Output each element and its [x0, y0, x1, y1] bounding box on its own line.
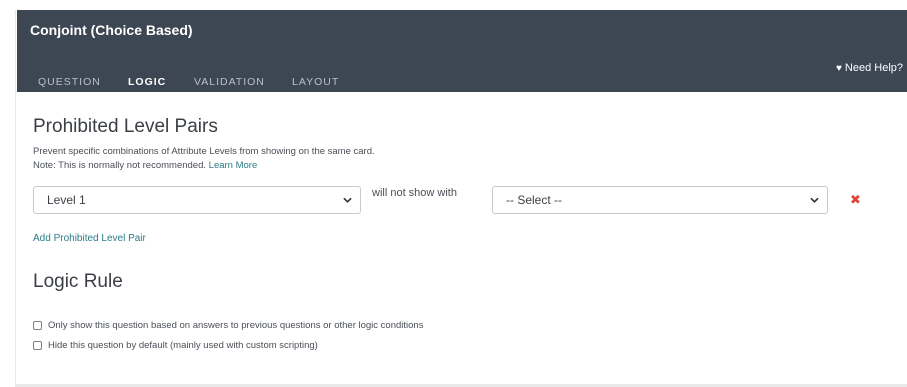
learn-more-link[interactable]: Learn More — [209, 160, 258, 171]
note-text: Note: This is normally not recommended. — [33, 160, 207, 171]
logic-option-label: Hide this question by default (mainly us… — [48, 339, 318, 351]
prohibited-pairs-description: Prevent specific combinations of Attribu… — [33, 146, 375, 157]
tab-layout[interactable]: LAYOUT — [292, 75, 339, 105]
checkbox[interactable] — [33, 340, 42, 350]
prohibited-pairs-note: Note: This is normally not recommended. … — [33, 160, 257, 172]
tab-question[interactable]: QUESTION — [38, 75, 101, 105]
top-margin — [0, 0, 907, 10]
logic-option-hide-default[interactable]: Hide this question by default (mainly us… — [33, 339, 318, 351]
chevron-down-icon — [343, 197, 352, 203]
question-type-title: Conjoint (Choice Based) — [30, 22, 193, 38]
level-select-value: Level 1 — [47, 193, 86, 207]
level-select[interactable]: Level 1 — [33, 186, 361, 214]
paired-level-select[interactable]: -- Select -- — [492, 186, 828, 214]
page: Conjoint (Choice Based) QUESTION LOGIC V… — [0, 0, 907, 387]
logic-rule-title: Logic Rule — [33, 271, 123, 292]
prohibited-pairs-title: Prohibited Level Pairs — [33, 116, 218, 137]
need-help-label: Need Help? — [844, 62, 903, 74]
chevron-down-icon — [810, 197, 819, 203]
tab-logic[interactable]: LOGIC — [118, 75, 176, 105]
question-editor-header: Conjoint (Choice Based) QUESTION LOGIC V… — [17, 10, 907, 105]
logic-option-conditional[interactable]: Only show this question based on answers… — [33, 319, 423, 331]
tab-validation[interactable]: VALIDATION — [194, 75, 265, 105]
editor-tabs: QUESTION LOGIC VALIDATION LAYOUT — [17, 62, 907, 105]
logic-option-label: Only show this question based on answers… — [48, 319, 424, 331]
checkbox[interactable] — [33, 320, 42, 330]
add-prohibited-pair-link[interactable]: Add Prohibited Level Pair — [33, 233, 146, 244]
paired-level-select-value: -- Select -- — [506, 193, 563, 207]
need-help-link[interactable]: ♥ Need Help? — [836, 62, 903, 74]
remove-pair-icon[interactable]: ✖ — [850, 192, 861, 208]
left-gutter — [0, 10, 16, 387]
will-not-show-with-label: will not show with — [372, 187, 457, 199]
heart-icon: ♥ — [835, 63, 842, 74]
